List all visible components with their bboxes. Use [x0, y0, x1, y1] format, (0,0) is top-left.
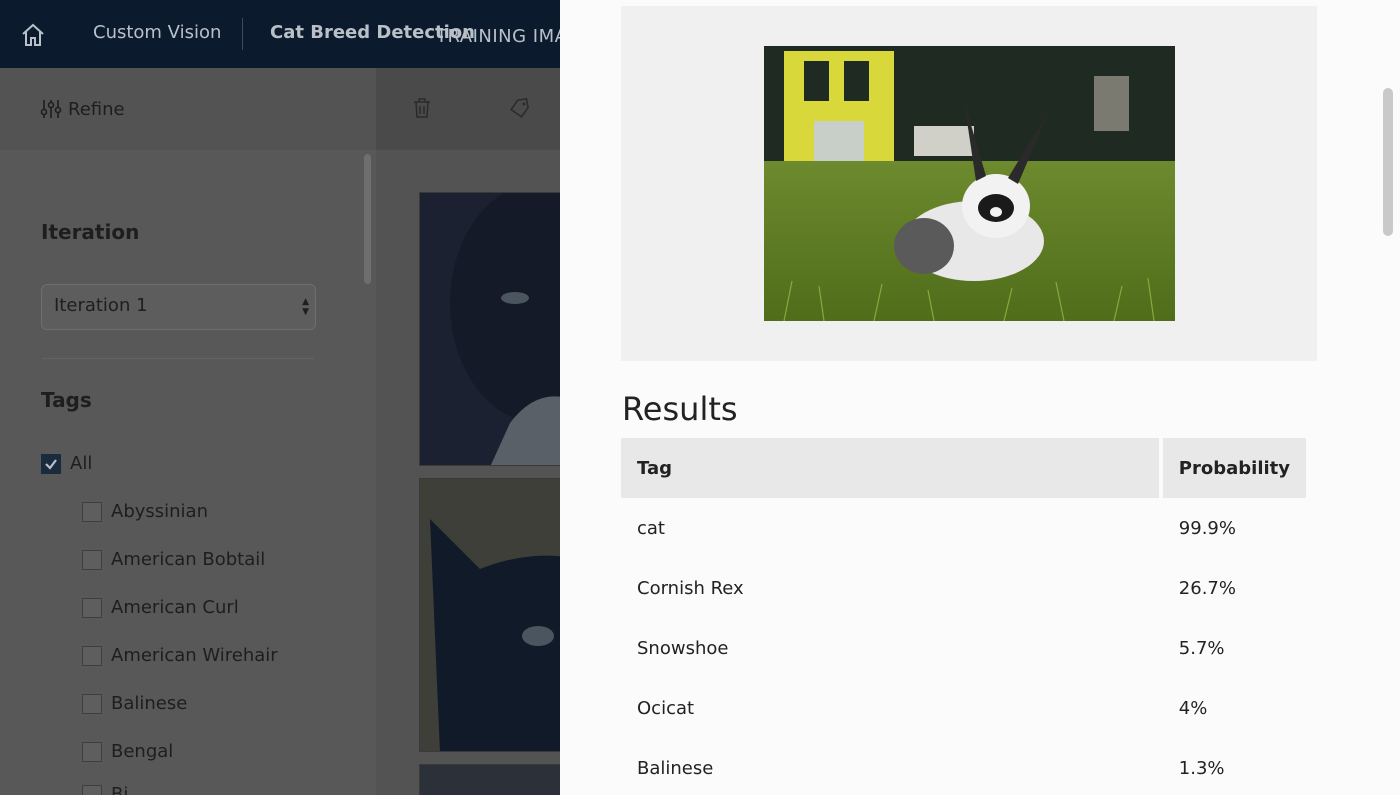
training-image-thumbnail[interactable]: [419, 478, 560, 752]
home-icon: [22, 23, 44, 46]
tag-checkbox[interactable]: [41, 453, 61, 474]
training-image-thumbnail[interactable]: [419, 192, 560, 466]
tag-filter-american-bobtail[interactable]: American Bobtail: [82, 549, 265, 570]
sidebar-divider: [43, 358, 313, 359]
checkmark-icon: [45, 458, 57, 470]
results-table: Tag Probability cat 99.9% Cornish Rex 26…: [617, 438, 1310, 795]
tag-checkbox[interactable]: [82, 693, 102, 714]
cat-photo-thumbnail: [420, 479, 560, 751]
results-header-row: Tag Probability: [621, 438, 1306, 498]
table-row: Snowshoe 5.7%: [621, 618, 1306, 678]
tag-checkbox[interactable]: [82, 501, 102, 522]
sliders-icon: [40, 100, 62, 118]
tag-checkbox[interactable]: [82, 549, 102, 570]
tag-filter-partial[interactable]: Bi: [82, 784, 128, 795]
image-toolbar: [376, 68, 560, 150]
cat-photo-thumbnail: [420, 193, 560, 465]
panel-scrollbar[interactable]: [1383, 88, 1393, 236]
filter-sidebar: Refine Iteration Iteration 1 ▲ ▼ Tags All…: [0, 68, 376, 795]
refine-label: Refine: [68, 98, 125, 120]
tag-label: Balinese: [111, 693, 188, 714]
tag-filter-balinese[interactable]: Balinese: [82, 693, 187, 714]
tag-icon[interactable]: [508, 96, 532, 120]
tag-cell: Snowshoe: [637, 637, 729, 659]
trash-icon[interactable]: [410, 96, 434, 120]
tag-filter-abyssinian[interactable]: Abyssinian: [82, 501, 208, 522]
probability-cell: 5.7%: [1178, 637, 1225, 659]
tags-heading: Tags: [41, 388, 92, 412]
test-image-rabbit: [764, 46, 1175, 321]
tag-checkbox[interactable]: [82, 597, 102, 618]
cat-photo-thumbnail: [420, 765, 560, 795]
table-row: Balinese 1.3%: [621, 738, 1306, 795]
tag-label: American Bobtail: [111, 549, 266, 570]
tag-label: American Curl: [111, 597, 239, 618]
sidebar-scrollbar[interactable]: [364, 154, 371, 284]
tag-cell: cat: [637, 517, 665, 539]
header-divider: [242, 18, 243, 50]
iteration-select-value: Iteration 1: [54, 295, 148, 316]
tag-filter-american-curl[interactable]: American Curl: [82, 597, 239, 618]
tag-checkbox[interactable]: [82, 645, 102, 666]
training-image-thumbnail[interactable]: [419, 764, 560, 795]
tag-label: Bengal: [111, 741, 174, 762]
results-heading: Results: [622, 390, 738, 428]
tag-checkbox[interactable]: [82, 741, 102, 762]
iteration-select[interactable]: Iteration 1 ▲ ▼: [41, 284, 316, 330]
home-button[interactable]: [18, 20, 48, 50]
tag-label: American Wirehair: [111, 645, 278, 666]
table-row: cat 99.9%: [621, 498, 1306, 558]
probability-cell: 26.7%: [1178, 577, 1236, 599]
probability-cell: 99.9%: [1178, 517, 1236, 539]
column-header-tag: Tag: [621, 438, 1159, 498]
training-image-grid: [376, 150, 560, 795]
column-header-probability: Probability: [1162, 438, 1306, 498]
tag-cell: Ocicat: [637, 697, 695, 719]
test-image-container: [621, 6, 1317, 361]
chevron-updown-icon: ▲ ▼: [302, 297, 309, 317]
probability-cell: 1.3%: [1178, 757, 1225, 779]
tag-filter-american-wirehair[interactable]: American Wirehair: [82, 645, 278, 666]
table-row: Ocicat 4%: [621, 678, 1306, 738]
tag-label: Abyssinian: [111, 501, 208, 522]
refine-bar: Refine: [0, 68, 376, 150]
refine-button[interactable]: Refine: [40, 98, 125, 120]
section-tab-training-images[interactable]: TRAINING IMA: [436, 26, 567, 47]
tag-filter-bengal[interactable]: Bengal: [82, 741, 173, 762]
table-row: Cornish Rex 26.7%: [621, 558, 1306, 618]
tag-filter-all[interactable]: All: [41, 453, 92, 474]
quick-test-results-panel: Results Tag Probability cat 99.9% Cornis…: [560, 0, 1400, 795]
tag-cell: Balinese: [637, 757, 714, 779]
tag-cell: Cornish Rex: [637, 577, 744, 599]
app-brand-link[interactable]: Custom Vision: [93, 22, 221, 43]
tag-checkbox[interactable]: [82, 784, 102, 795]
tag-label: All: [70, 453, 93, 474]
iteration-heading: Iteration: [41, 220, 140, 244]
tag-label: Bi: [111, 784, 129, 795]
probability-cell: 4%: [1178, 697, 1208, 719]
